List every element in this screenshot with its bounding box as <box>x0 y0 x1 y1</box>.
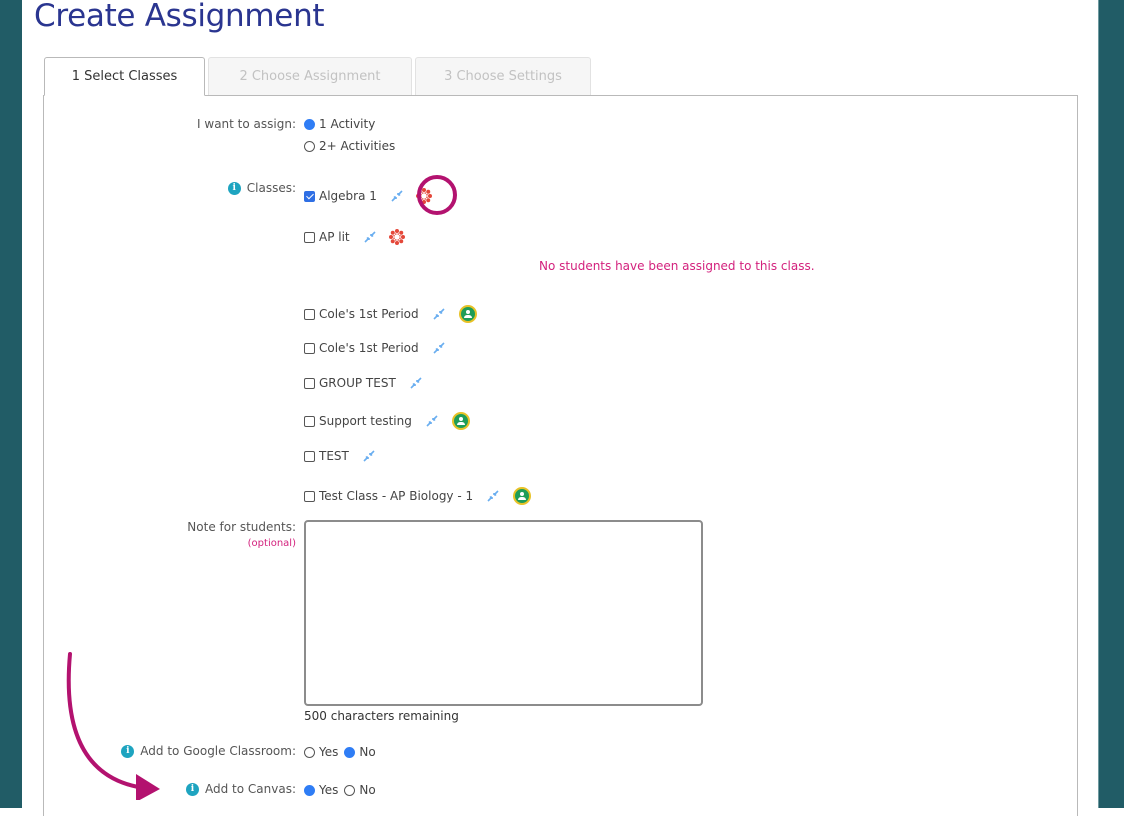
class-item[interactable]: Cole's 1st Period <box>304 341 445 355</box>
expand-icon[interactable] <box>363 450 375 462</box>
class-item[interactable]: Algebra 1 <box>304 187 433 205</box>
option-label: Yes <box>319 783 339 797</box>
canvas-label: i Add to Canvas: <box>150 782 296 796</box>
no-students-warning: No students have been assigned to this c… <box>539 259 815 273</box>
expand-icon[interactable] <box>433 342 445 354</box>
characters-remaining: 500 characters remaining <box>304 709 459 723</box>
class-item[interactable]: TEST <box>304 449 375 463</box>
option-label: 1 Activity <box>319 117 376 131</box>
optional-label: (optional) <box>247 538 296 549</box>
page-title: Create Assignment <box>34 0 325 34</box>
class-checkbox[interactable] <box>304 490 315 502</box>
google-classroom-icon <box>451 412 470 430</box>
class-name: Cole's 1st Period <box>319 341 419 355</box>
expand-icon[interactable] <box>391 190 403 202</box>
canvas-label-text: Add to Canvas: <box>205 782 296 796</box>
tab-choose-assignment[interactable]: 2 Choose Assignment <box>208 57 412 95</box>
class-item[interactable]: Test Class - AP Biology - 1 <box>304 487 532 505</box>
left-frame <box>0 0 22 808</box>
right-frame <box>1098 0 1124 808</box>
class-name: Support testing <box>319 414 412 428</box>
expand-icon[interactable] <box>426 415 438 427</box>
radio-1-activity[interactable] <box>304 118 315 130</box>
classes-label-text: Classes: <box>246 181 296 195</box>
option-label: No <box>359 745 376 759</box>
class-item[interactable]: GROUP TEST <box>304 376 422 390</box>
info-icon[interactable]: i <box>227 181 241 195</box>
form-panel <box>43 95 1078 816</box>
class-name: Cole's 1st Period <box>319 307 419 321</box>
expand-icon[interactable] <box>487 490 499 502</box>
class-checkbox[interactable] <box>304 415 315 427</box>
radio-google-yes[interactable] <box>304 746 315 758</box>
canvas-logo-icon <box>388 228 406 246</box>
radio-2plus-activities[interactable] <box>304 140 315 152</box>
class-checkbox[interactable] <box>304 342 315 354</box>
radio-google-no[interactable] <box>344 746 356 758</box>
radio-canvas-yes[interactable] <box>304 784 315 796</box>
google-classroom-icon <box>458 305 477 323</box>
assign-option-2plus-activities[interactable]: 2+ Activities <box>304 139 395 153</box>
assign-option-1-activity[interactable]: 1 Activity <box>304 117 375 131</box>
class-checkbox[interactable] <box>304 377 315 389</box>
annotation-arrow-icon <box>66 652 160 800</box>
assign-label: I want to assign: <box>197 117 296 131</box>
expand-icon[interactable] <box>364 231 376 243</box>
class-checkbox[interactable] <box>304 231 315 243</box>
expand-icon[interactable] <box>433 308 445 320</box>
google-classroom-options: Yes No <box>304 745 376 759</box>
class-item[interactable]: Support testing <box>304 412 470 430</box>
tab-select-classes[interactable]: 1 Select Classes <box>44 57 205 96</box>
class-name: Test Class - AP Biology - 1 <box>319 489 474 503</box>
class-name: AP lit <box>319 230 350 244</box>
class-name: Algebra 1 <box>319 189 377 203</box>
class-checkbox[interactable] <box>304 450 315 462</box>
class-name: TEST <box>319 449 349 463</box>
class-item[interactable]: Cole's 1st Period <box>304 305 477 323</box>
class-name: GROUP TEST <box>319 376 396 390</box>
canvas-options: Yes No <box>304 783 376 797</box>
annotation-highlight-circle <box>417 175 457 215</box>
info-icon[interactable]: i <box>186 782 199 796</box>
note-for-students-textarea[interactable] <box>304 520 703 706</box>
option-label: 2+ Activities <box>319 139 396 153</box>
class-item[interactable]: AP lit <box>304 228 406 246</box>
expand-icon[interactable] <box>410 377 422 389</box>
google-classroom-icon <box>513 487 532 505</box>
option-label: No <box>359 783 376 797</box>
class-checkbox[interactable] <box>304 190 315 202</box>
classes-label: i Classes: <box>200 181 296 195</box>
note-label: Note for students: <box>187 520 296 534</box>
tab-choose-settings[interactable]: 3 Choose Settings <box>415 57 591 95</box>
radio-canvas-no[interactable] <box>344 784 356 796</box>
class-checkbox[interactable] <box>304 308 315 320</box>
option-label: Yes <box>319 745 339 759</box>
